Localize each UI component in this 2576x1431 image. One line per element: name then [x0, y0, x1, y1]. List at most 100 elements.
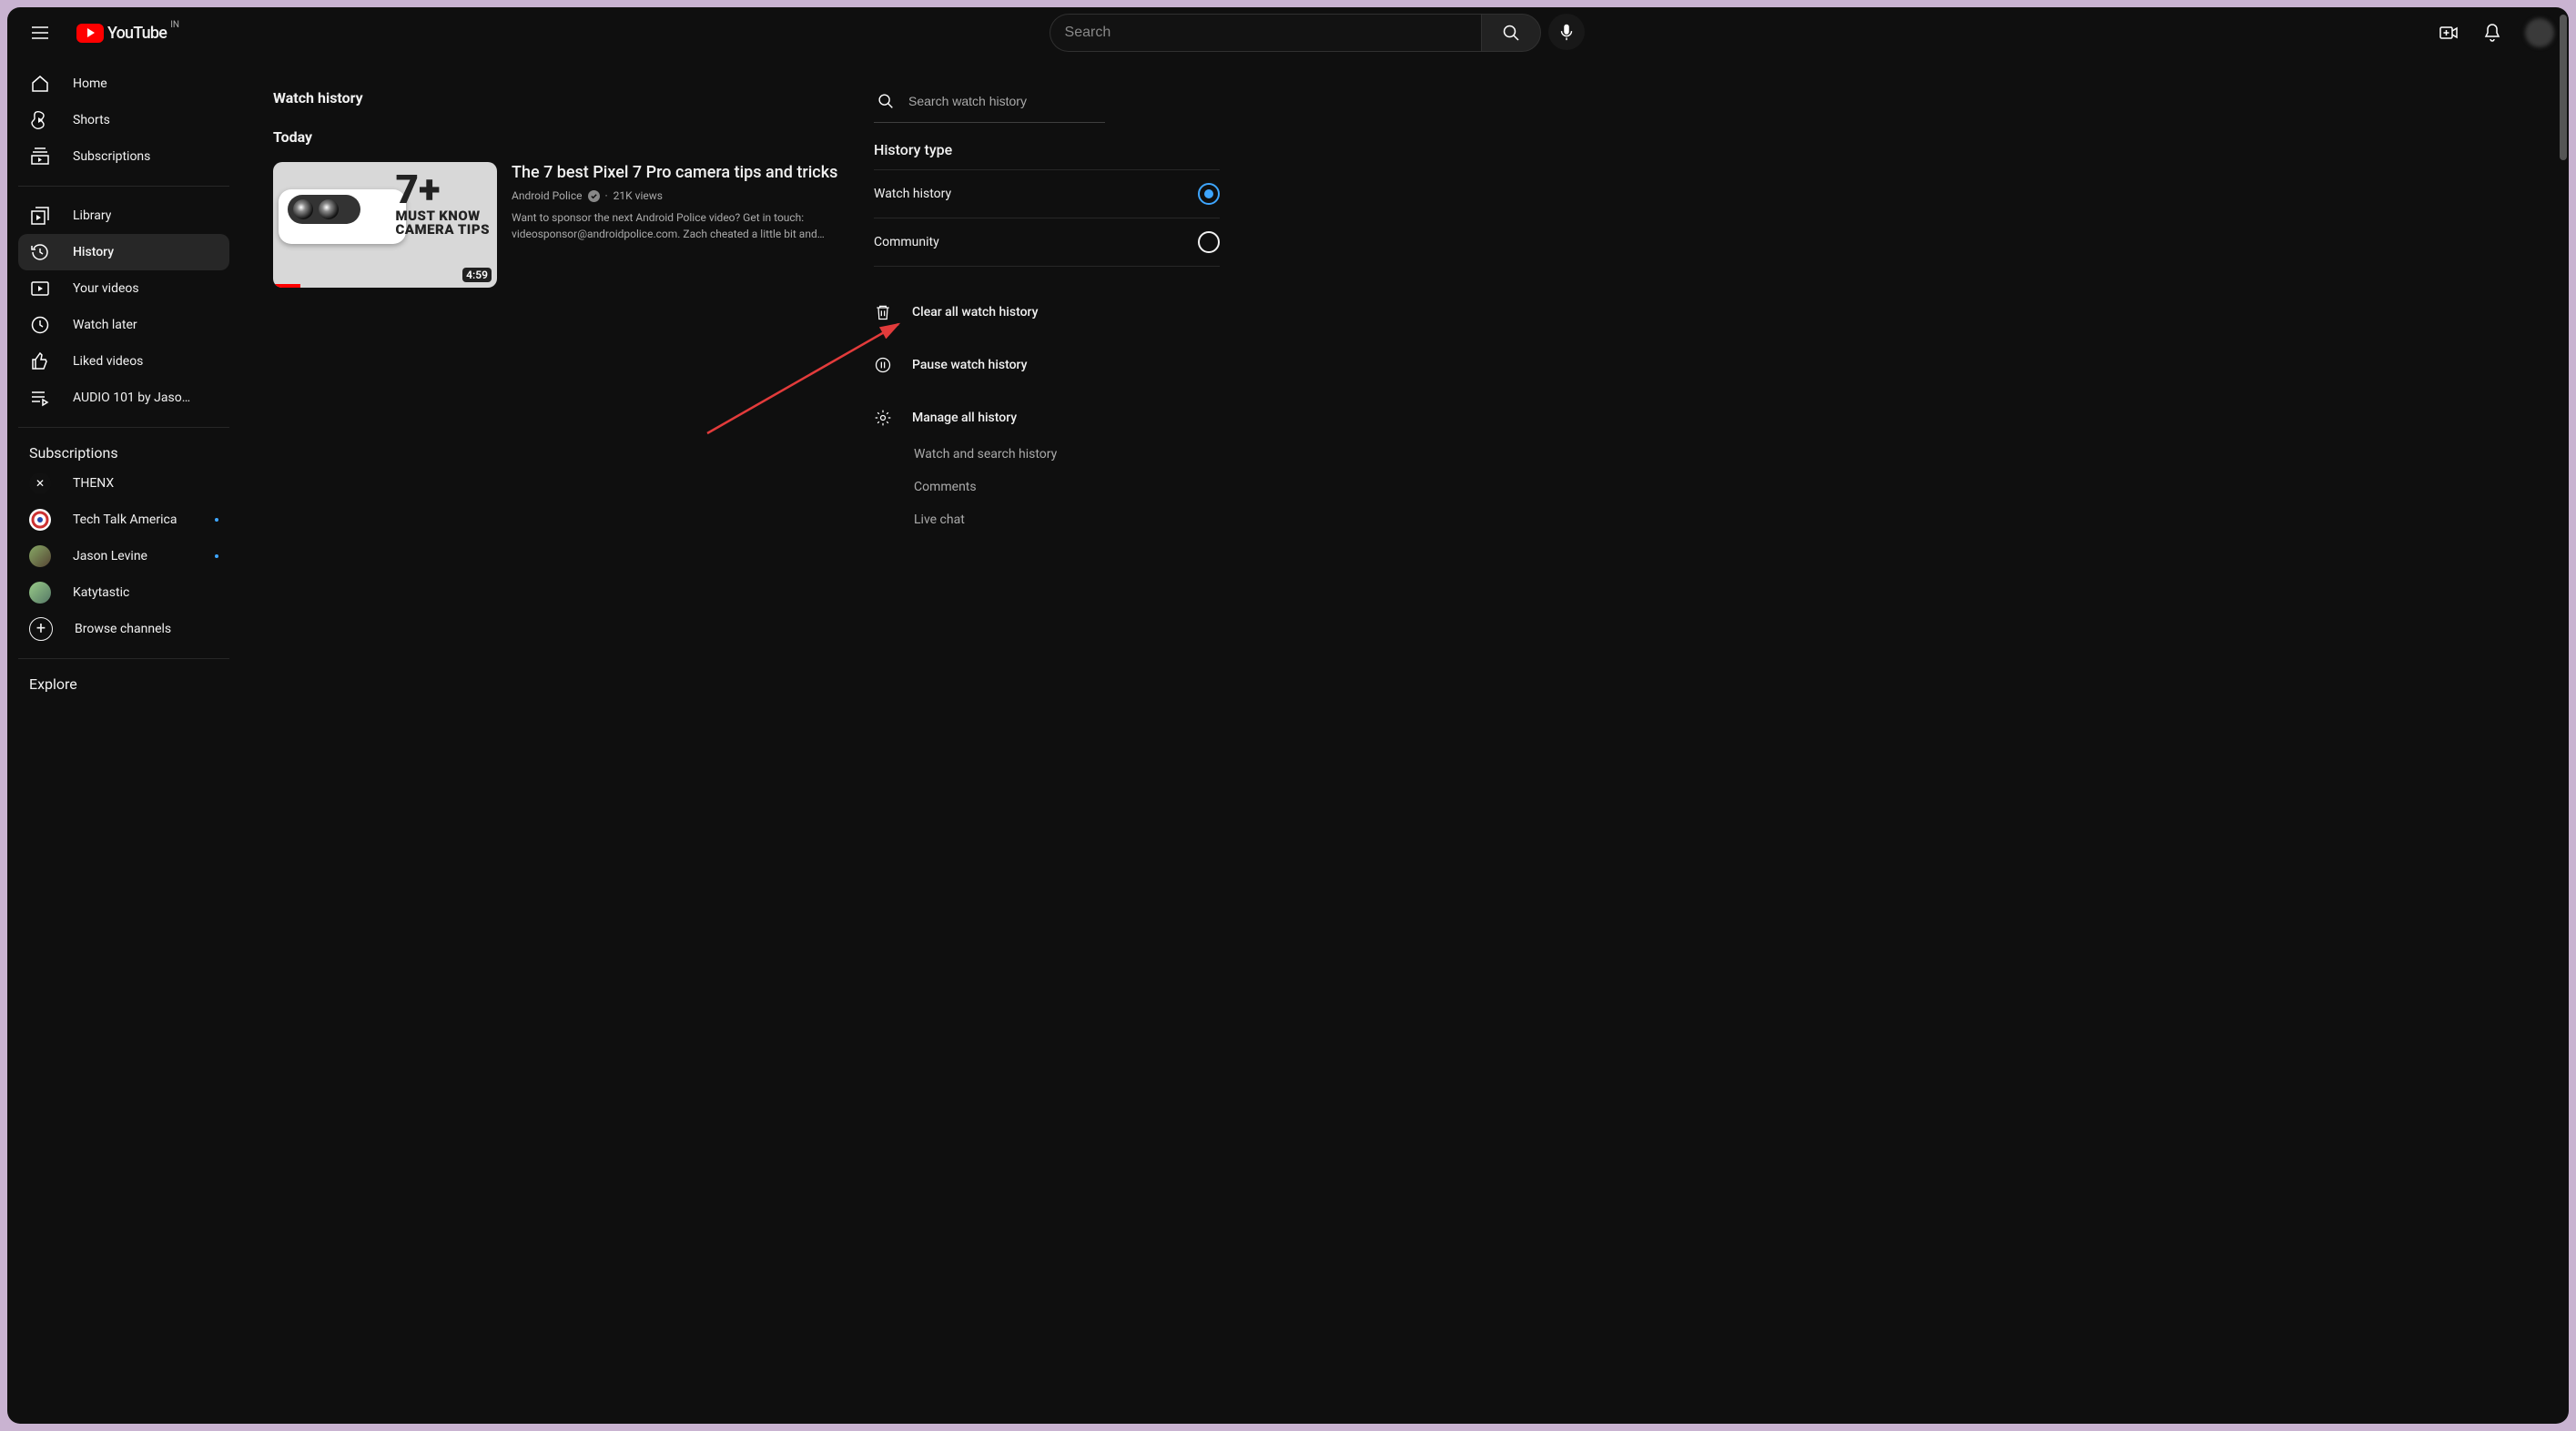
gear-icon: [874, 409, 892, 427]
thumbs-up-icon: [29, 350, 51, 372]
radio-unselected-icon: [1198, 231, 1220, 253]
view-count: 21K views: [614, 189, 663, 202]
sublink-watch-search-history[interactable]: Watch and search history: [914, 447, 1220, 462]
sidebar-item-label: Library: [73, 208, 111, 223]
library-icon: [29, 205, 51, 227]
mic-icon: [1557, 22, 1577, 42]
sidebar-item-home[interactable]: Home: [18, 66, 229, 102]
top-bar: YouTube IN: [7, 7, 2569, 58]
history-type-header: History type: [874, 141, 1220, 158]
hamburger-menu-button[interactable]: [22, 15, 58, 51]
clock-icon: [29, 314, 51, 336]
video-description: Want to sponsor the next Android Police …: [512, 209, 856, 242]
sidebar-item-label: Watch later: [73, 318, 137, 332]
history-controls-rail: History type Watch history Community Cle…: [874, 80, 1220, 1424]
sidebar-item-library[interactable]: Library: [18, 198, 229, 234]
pause-watch-history-button[interactable]: Pause watch history: [874, 341, 1220, 389]
subscription-channel[interactable]: Tech Talk America: [18, 502, 229, 538]
channel-avatar-icon: [29, 545, 51, 567]
section-title: Today: [273, 128, 856, 146]
channel-name: THENX: [73, 476, 114, 491]
sidebar-item-watch-later[interactable]: Watch later: [18, 307, 229, 343]
browse-channels-button[interactable]: + Browse channels: [18, 611, 229, 647]
scrollbar-thumb[interactable]: [2560, 15, 2567, 160]
search-button[interactable]: [1481, 14, 1541, 52]
verified-icon: [588, 190, 600, 202]
clear-watch-history-button[interactable]: Clear all watch history: [874, 289, 1220, 336]
bell-icon: [2481, 22, 2503, 44]
browse-label: Browse channels: [75, 622, 171, 636]
playlist-icon: [29, 387, 51, 409]
notifications-button[interactable]: [2474, 15, 2510, 51]
main-content: Watch history Today 7+ MUST KNOW CAMERA …: [240, 58, 2569, 1424]
sidebar-item-subscriptions[interactable]: Subscriptions: [18, 138, 229, 175]
channel-avatar-icon: [29, 509, 51, 531]
radio-label: Community: [874, 235, 939, 249]
sidebar-item-label: AUDIO 101 by Jaso…: [73, 391, 190, 405]
manage-all-history-button[interactable]: Manage all history: [874, 394, 1220, 441]
play-icon: [76, 24, 104, 43]
pause-circle-icon: [874, 356, 892, 374]
sublink-comments[interactable]: Comments: [914, 480, 1220, 494]
history-search[interactable]: [874, 86, 1105, 123]
logo-text: YouTube: [107, 24, 167, 43]
page-title: Watch history: [273, 89, 856, 107]
channel-name[interactable]: Android Police: [512, 189, 583, 202]
trash-icon: [874, 303, 892, 321]
thumbnail-sub-text: CAMERA TIPS: [395, 223, 490, 237]
action-label: Clear all watch history: [912, 305, 1038, 320]
subscription-channel[interactable]: Jason Levine: [18, 538, 229, 574]
subscription-channel[interactable]: Katytastic: [18, 574, 229, 611]
your-videos-icon: [29, 278, 51, 299]
sublink-live-chat[interactable]: Live chat: [914, 513, 1220, 527]
sidebar-item-label: Home: [73, 76, 107, 91]
sidebar-item-history[interactable]: History: [18, 234, 229, 270]
sidebar-item-playlist[interactable]: AUDIO 101 by Jaso…: [18, 380, 229, 416]
radio-selected-icon: [1198, 183, 1220, 205]
create-video-icon: [2438, 22, 2459, 44]
video-thumbnail[interactable]: 7+ MUST KNOW CAMERA TIPS 4:59: [273, 162, 497, 288]
channel-avatar-icon: [29, 582, 51, 604]
search-icon: [876, 91, 896, 111]
plus-circle-icon: +: [29, 617, 53, 641]
subscriptions-header: Subscriptions: [18, 439, 229, 465]
subscription-channel[interactable]: ✕ THENX: [18, 465, 229, 502]
sidebar-item-label: Shorts: [73, 113, 110, 127]
sidebar-item-label: Subscriptions: [73, 149, 150, 164]
thumbnail-text: 7+ MUST KNOW CAMERA TIPS: [395, 169, 490, 237]
video-title[interactable]: The 7 best Pixel 7 Pro camera tips and t…: [512, 162, 856, 184]
new-content-dot-icon: [215, 554, 218, 558]
action-label: Pause watch history: [912, 358, 1027, 372]
sidebar-item-label: History: [73, 245, 114, 259]
channel-name: Jason Levine: [73, 549, 147, 563]
youtube-logo[interactable]: YouTube IN: [76, 24, 167, 43]
search-container: [181, 14, 2416, 52]
new-content-dot-icon: [215, 518, 218, 522]
sidebar-item-shorts[interactable]: Shorts: [18, 102, 229, 138]
voice-search-button[interactable]: [1548, 14, 1585, 50]
video-duration: 4:59: [462, 268, 492, 282]
create-button[interactable]: [2430, 15, 2467, 51]
sidebar: Home Shorts Subscriptions Library: [7, 58, 240, 1424]
home-icon: [29, 73, 51, 95]
channel-name: Katytastic: [73, 585, 129, 600]
sidebar-item-label: Liked videos: [73, 354, 143, 369]
subscriptions-icon: [29, 146, 51, 167]
action-label: Manage all history: [912, 411, 1017, 425]
history-search-input[interactable]: [907, 93, 1103, 109]
search-icon: [1500, 22, 1522, 44]
video-row[interactable]: 7+ MUST KNOW CAMERA TIPS 4:59 The 7 best…: [273, 162, 856, 288]
account-avatar[interactable]: [2525, 18, 2554, 47]
explore-header: Explore: [18, 670, 229, 696]
sidebar-item-liked-videos[interactable]: Liked videos: [18, 343, 229, 380]
search-input[interactable]: [1050, 14, 1481, 52]
sidebar-item-label: Your videos: [73, 281, 139, 296]
history-type-community[interactable]: Community: [874, 218, 1220, 267]
thumbnail-big-text: 7+: [395, 169, 490, 209]
video-byline: Android Police · 21K views: [512, 189, 856, 202]
shorts-icon: [29, 109, 51, 131]
sidebar-item-your-videos[interactable]: Your videos: [18, 270, 229, 307]
history-icon: [29, 241, 51, 263]
history-type-watch[interactable]: Watch history: [874, 170, 1220, 218]
channel-avatar-icon: ✕: [29, 472, 51, 494]
